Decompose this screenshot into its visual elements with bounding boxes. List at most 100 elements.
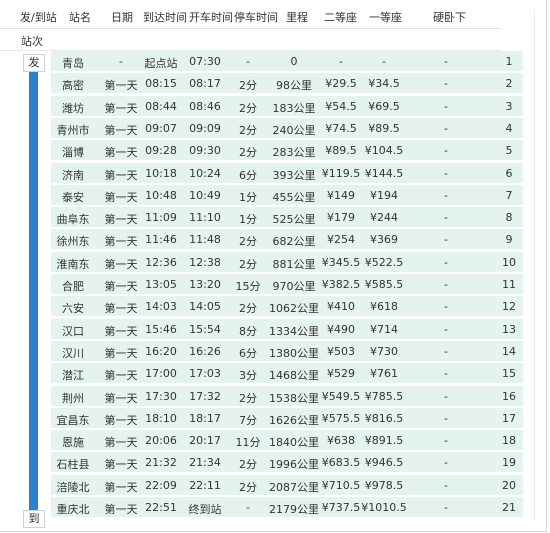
cell-second-class-price: ¥74.5	[325, 121, 357, 135]
cell-distance: 240公里	[272, 123, 316, 137]
cell-depart-time: 14:05	[189, 300, 221, 314]
table-row[interactable]: 青岛 - 起点站 07:30 - 0 - - - 1	[51, 51, 523, 71]
cell-distance: 1380公里	[269, 346, 319, 360]
cell-distance: 2087公里	[269, 480, 319, 494]
table-row[interactable]: 恩施 第一天 20:06 20:17 11分 1840公里 ¥638 ¥891.5 - 18	[51, 430, 523, 451]
table-row[interactable]: 石柱县 第一天 21:32 21:34 2分 1996公里 ¥683.5 ¥946.5 - 19	[51, 452, 523, 473]
table-row[interactable]: 曲阜东 第一天 11:09 11:10 1分 525公里 ¥179 ¥244 - 8	[51, 207, 523, 228]
table-row[interactable]: 淮南东 第一天 12:36 12:38 2分 881公里 ¥345.5 ¥522.5 - 10	[51, 251, 523, 272]
cell-first-class-price: ¥369	[370, 233, 398, 247]
cell-station-name: 重庆北	[56, 503, 90, 516]
table-row[interactable]: 荆州 第一天 17:30 17:32 2分 1538公里 ¥549.5 ¥785.5 - 16	[51, 385, 523, 406]
table-row[interactable]: 淄博 第一天 09:28 09:30 2分 283公里 ¥89.5 ¥104.5 - 5	[51, 140, 523, 161]
table-row[interactable]: 汉川 第一天 16:20 16:26 6分 1380公里 ¥503 ¥730 - 14	[51, 340, 523, 361]
cell-depart-time: 17:32	[189, 389, 221, 403]
cell-arrive-time: 起点站	[144, 57, 178, 70]
cell-distance: 1062公里	[269, 302, 319, 316]
cell-first-class-price: ¥89.5	[368, 121, 400, 135]
cell-second-class-price: ¥710.5	[321, 478, 361, 492]
cell-station-name: 涪陵北	[56, 480, 90, 494]
route-rail	[29, 58, 38, 524]
cell-hard-sleeper-price: -	[444, 411, 448, 425]
cell-first-class-price: ¥816.5	[364, 411, 404, 425]
table-row[interactable]: 徐州东 第一天 11:46 11:48 2分 682公里 ¥254 ¥369 - 9	[51, 229, 523, 250]
cell-second-class-price: ¥345.5	[321, 255, 361, 269]
header-date: 日期	[111, 11, 133, 24]
cell-distance: 525公里	[272, 213, 316, 227]
cell-arrive-time: 09:07	[145, 121, 177, 135]
cell-day: 第一天	[104, 480, 138, 494]
cell-station-name: 淮南东	[56, 257, 90, 271]
table-row[interactable]: 泰安 第一天 10:48 10:49 1分 455公里 ¥149 ¥194 - 7	[51, 184, 523, 205]
table-row[interactable]: 涪陵北 第一天 22:09 22:11 2分 2087公里 ¥710.5 ¥978.5 - 20	[51, 474, 523, 495]
cell-depart-time: 15:54	[189, 322, 221, 336]
cell-first-class-price: ¥1010.5	[361, 501, 407, 514]
table-row[interactable]: 潍坊 第一天 08:44 08:46 2分 183公里 ¥54.5 ¥69.5 - 3	[51, 95, 523, 116]
cell-first-class-price: ¥69.5	[368, 99, 400, 113]
cell-stop-time: 15分	[235, 280, 261, 293]
cell-day: 第一天	[104, 235, 138, 249]
cell-station-name: 汉川	[62, 346, 84, 360]
cell-distance: 1840公里	[269, 436, 319, 450]
cell-hard-sleeper-price: -	[444, 300, 448, 314]
cell-stop-number: 17	[502, 411, 516, 425]
cell-stop-number: 8	[505, 211, 513, 225]
cell-distance: 1626公里	[269, 413, 319, 427]
cell-station-name: 曲阜东	[56, 213, 90, 227]
table-row[interactable]: 汉口 第一天 15:46 15:54 8分 1334公里 ¥490 ¥714 - 13	[51, 318, 523, 339]
cell-depart-time: 终到站	[188, 503, 222, 516]
table-row[interactable]: 六安 第一天 14:03 14:05 2分 1062公里 ¥410 ¥618 - 12	[51, 296, 523, 317]
cell-day: 第一天	[104, 280, 138, 293]
cell-stop-time: 2分	[239, 101, 257, 115]
cell-stop-number: 10	[502, 255, 516, 269]
cell-hard-sleeper-price: -	[444, 367, 448, 381]
table-row[interactable]: 重庆北 第一天 22:51 终到站 - 2179公里 ¥737.5 ¥1010.5 - 21	[51, 497, 523, 517]
cell-stop-number: 16	[502, 389, 516, 403]
table-row[interactable]: 潜江 第一天 17:00 17:03 3分 1468公里 ¥529 ¥761 - 15	[51, 363, 523, 384]
cell-depart-time: 07:30	[189, 55, 221, 68]
cell-stop-time: 6分	[239, 346, 257, 360]
cell-day: 第一天	[104, 413, 138, 427]
cell-stop-number: 2	[505, 77, 513, 91]
cell-hard-sleeper-price: -	[444, 233, 448, 247]
cell-day: 第一天	[104, 79, 138, 93]
cell-hard-sleeper-price: -	[444, 501, 448, 514]
cell-stop-time: 1分	[239, 213, 257, 227]
cell-arrive-time: 10:48	[145, 188, 177, 202]
cell-stop-time: 2分	[239, 480, 257, 494]
cell-hard-sleeper-price: -	[444, 478, 448, 492]
cell-hard-sleeper-price: -	[444, 322, 448, 336]
cell-stop-time: 6分	[239, 168, 257, 182]
header-arrive-time: 到达时间	[143, 11, 187, 24]
cell-arrive-time: 22:09	[145, 478, 177, 492]
cell-stop-number: 1	[505, 55, 513, 68]
cell-station-name: 石柱县	[56, 458, 90, 472]
table-row[interactable]: 青州市 第一天 09:07 09:09 2分 240公里 ¥74.5 ¥89.5 - 4	[51, 117, 523, 138]
cell-hard-sleeper-price: -	[444, 188, 448, 202]
cell-station-name: 青岛	[62, 57, 84, 70]
cell-stop-time: 8分	[239, 324, 257, 338]
header-stop-time: 停车时间	[234, 11, 278, 24]
cell-day: 第一天	[104, 324, 138, 338]
cell-second-class-price: ¥549.5	[321, 389, 361, 403]
cell-stop-number: 9	[505, 233, 513, 247]
table-row[interactable]: 宜昌东 第一天 18:10 18:17 7分 1626公里 ¥575.5 ¥816.5 - 17	[51, 407, 523, 428]
table-header: 发/到站 站名 日期 到达时间 开车时间 停车时间 里程 二等座 一等座 硬卧下	[0, 0, 500, 29]
cell-stop-number: 13	[502, 322, 516, 336]
table-row[interactable]: 合肥 第一天 13:05 13:20 15分 970公里 ¥382.5 ¥585.5 - 11	[51, 274, 523, 294]
cell-hard-sleeper-price: -	[444, 434, 448, 448]
cell-second-class-price: -	[339, 55, 343, 68]
cell-hard-sleeper-price: -	[444, 144, 448, 158]
cell-distance: 682公里	[272, 235, 316, 249]
cell-arrive-time: 14:03	[145, 300, 177, 314]
cell-first-class-price: ¥946.5	[364, 456, 404, 470]
table-row[interactable]: 济南 第一天 10:18 10:24 6分 393公里 ¥119.5 ¥144.5 - 6	[51, 162, 523, 183]
cell-first-class-price: ¥522.5	[364, 255, 404, 269]
cell-stop-number: 4	[505, 121, 513, 135]
cell-second-class-price: ¥638	[327, 434, 355, 448]
cell-first-class-price: ¥978.5	[364, 478, 404, 492]
table-row[interactable]: 高密 第一天 08:15 08:17 2分 98公里 ¥29.5 ¥34.5 - 2	[51, 73, 523, 94]
cell-second-class-price: ¥29.5	[325, 77, 357, 91]
vertical-scrollbar[interactable]	[534, 10, 541, 520]
cell-arrive-time: 18:10	[145, 411, 177, 425]
